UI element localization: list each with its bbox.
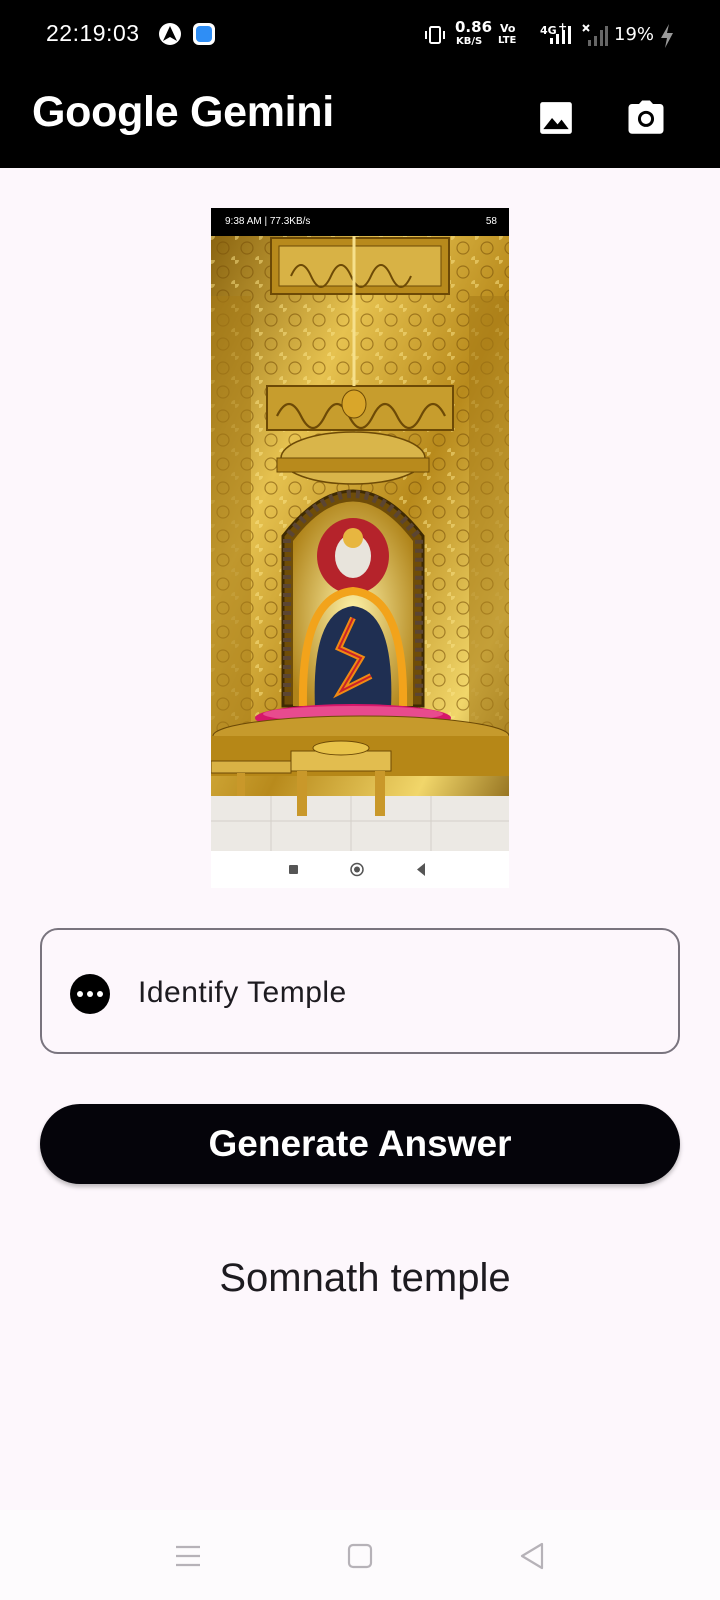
more-horizontal-icon <box>70 974 110 1014</box>
app-title: Google Gemini <box>32 88 334 136</box>
menu-nav-button[interactable] <box>168 1536 208 1576</box>
net-speed-value: 0.86 <box>455 18 493 36</box>
image-icon <box>540 102 572 134</box>
square-home-icon <box>347 1543 373 1569</box>
back-icon <box>417 863 425 876</box>
back-nav-button[interactable] <box>512 1536 552 1576</box>
no-signal-icon <box>582 24 608 50</box>
gallery-button[interactable] <box>528 90 584 146</box>
volte-label-top: Vo <box>500 22 516 35</box>
battery-percent: 19% <box>614 24 655 45</box>
answer-text: Somnath temple <box>219 1256 511 1300</box>
app-bar: Google Gemini <box>0 70 720 168</box>
camera-button[interactable] <box>618 90 674 146</box>
status-time: 22:19:03 <box>46 20 140 46</box>
attached-image-status-bar: 9:38 AM | 77.3KB/s 58 <box>211 208 509 236</box>
volte-label-bottom: LTE <box>498 35 517 46</box>
prompt-text[interactable]: Identify Temple <box>138 976 347 1010</box>
app-notification-icon <box>192 22 216 46</box>
attached-image-status-left: 9:38 AM | 77.3KB/s <box>225 216 311 227</box>
camera-icon <box>628 100 664 134</box>
recents-icon <box>289 865 298 874</box>
charging-icon <box>660 24 674 52</box>
status-bar: 22:19:03 0.86 KB/S Vo LTE 4G + 19% <box>0 0 720 70</box>
home-nav-button[interactable] <box>340 1536 380 1576</box>
generate-answer-button[interactable]: Generate Answer <box>40 1104 680 1184</box>
signal-icon <box>548 26 572 50</box>
back-triangle-icon <box>520 1542 544 1570</box>
attached-image-status-right: 58 <box>485 216 497 227</box>
prompt-field[interactable]: Identify Temple <box>40 928 680 1054</box>
menu-icon <box>176 1545 200 1567</box>
system-nav-bar <box>0 1510 720 1600</box>
net-speed-unit: KB/S <box>456 36 483 47</box>
temple-photo <box>211 236 509 851</box>
attached-image-nav-bar <box>211 851 509 888</box>
vibrate-icon <box>424 24 446 50</box>
navigation-app-icon <box>158 22 182 46</box>
attached-image[interactable]: 9:38 AM | 77.3KB/s 58 <box>211 208 509 888</box>
